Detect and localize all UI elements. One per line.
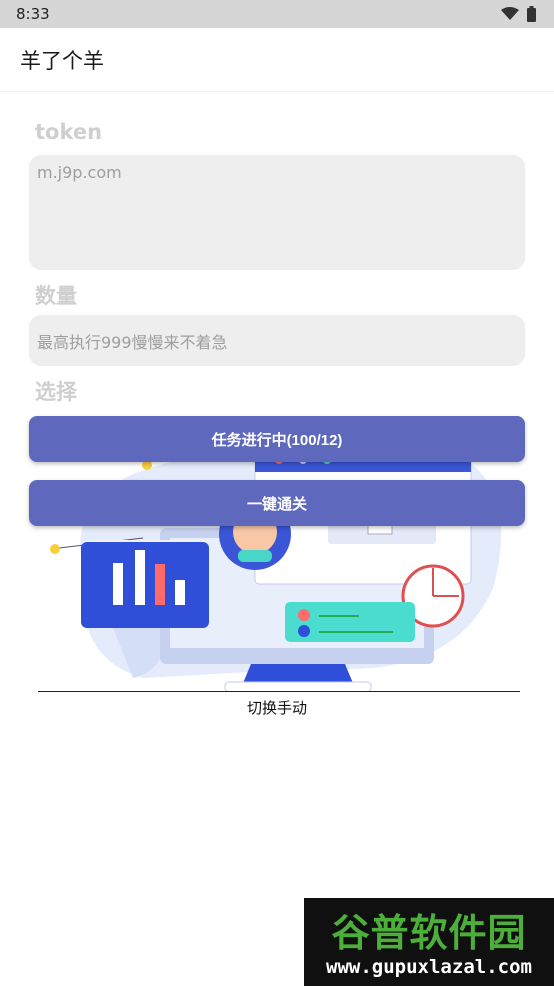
- battery-icon: [527, 6, 536, 22]
- count-input[interactable]: 最高执行999慢慢来不着急: [29, 315, 525, 366]
- select-label: 选择: [35, 380, 77, 404]
- token-placeholder: m.j9p.com: [37, 163, 122, 182]
- watermark-url: www.gupuxlazal.com: [326, 956, 532, 978]
- watermark-logo: 谷普软件园 www.gupuxlazal.com: [304, 898, 554, 986]
- token-input[interactable]: m.j9p.com: [29, 155, 525, 270]
- status-icons: [501, 6, 536, 22]
- watermark-title: 谷普软件园: [331, 911, 527, 955]
- wifi-icon: [501, 7, 519, 20]
- app-bar: 羊了个羊: [0, 28, 554, 92]
- count-label: 数量: [35, 284, 77, 308]
- app-title: 羊了个羊: [20, 48, 104, 73]
- task-status-button[interactable]: 任务进行中(100/12): [29, 416, 525, 462]
- status-time: 8:33: [16, 5, 50, 23]
- count-placeholder: 最高执行999慢慢来不着急: [37, 332, 228, 352]
- switch-manual-label: 切换手动: [246, 699, 307, 717]
- token-label: token: [35, 120, 103, 144]
- switch-manual-button[interactable]: 切换手动: [0, 697, 554, 718]
- status-bar: 8:33: [0, 0, 554, 28]
- one-key-pass-button[interactable]: 一键通关: [29, 480, 525, 526]
- divider: [38, 691, 520, 692]
